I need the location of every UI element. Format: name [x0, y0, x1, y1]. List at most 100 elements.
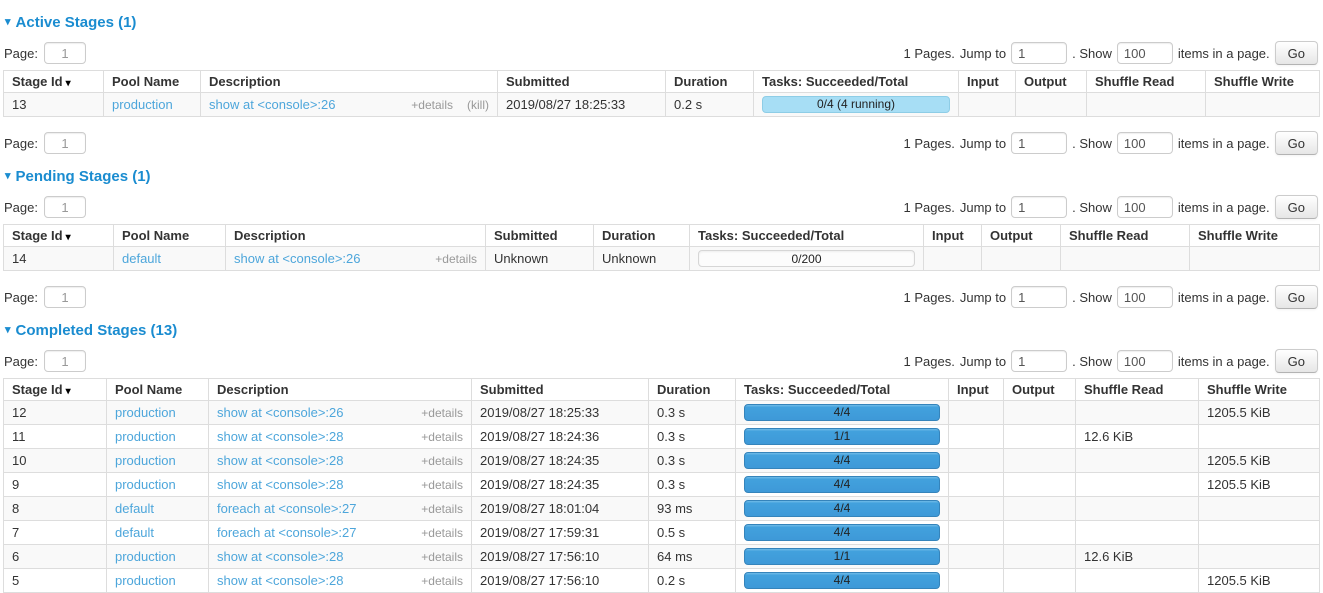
column-header-tasks[interactable]: Tasks: Succeeded/Total	[754, 71, 959, 93]
column-header-shuffle-read[interactable]: Shuffle Read	[1076, 379, 1199, 401]
stage-description-link[interactable]: show at <console>:26	[209, 97, 335, 112]
column-header-submitted[interactable]: Submitted	[486, 225, 594, 247]
go-button[interactable]: Go	[1275, 285, 1318, 309]
details-toggle[interactable]: +details	[421, 406, 463, 420]
collapse-arrow-icon: ▾	[5, 171, 11, 182]
output-cell	[1004, 521, 1076, 545]
input-cell	[949, 425, 1004, 449]
stage-description-link[interactable]: show at <console>:28	[217, 429, 343, 444]
pages-count-text: 1 Pages.	[904, 136, 955, 151]
column-header-submitted[interactable]: Submitted	[498, 71, 666, 93]
column-header-output[interactable]: Output	[1016, 71, 1087, 93]
completed-stages-header[interactable]: ▾ Completed Stages (13)	[5, 322, 1320, 339]
active-pager-bottom: Page: 1 Pages. Jump to . Show items in a…	[3, 131, 1320, 155]
page-number-input[interactable]	[44, 350, 86, 372]
pool-name-link[interactable]: production	[115, 477, 176, 492]
stage-description-link[interactable]: show at <console>:28	[217, 573, 343, 588]
page-number-input[interactable]	[44, 196, 86, 218]
go-button[interactable]: Go	[1275, 349, 1318, 373]
pool-name-link[interactable]: production	[115, 429, 176, 444]
submitted-cell: 2019/08/27 18:24:35	[472, 473, 649, 497]
pool-name-link[interactable]: production	[115, 549, 176, 564]
pool-name-link[interactable]: production	[115, 405, 176, 420]
column-header-input[interactable]: Input	[959, 71, 1016, 93]
column-header-stage-id[interactable]: Stage Id▾	[4, 225, 114, 247]
column-header-shuffle-write[interactable]: Shuffle Write	[1206, 71, 1320, 93]
column-header-stage-id[interactable]: Stage Id▾	[4, 379, 107, 401]
pool-name-link[interactable]: default	[115, 501, 154, 516]
stage-description-link[interactable]: show at <console>:26	[217, 405, 343, 420]
column-header-description[interactable]: Description	[226, 225, 486, 247]
stage-description-link[interactable]: show at <console>:28	[217, 549, 343, 564]
column-header-output[interactable]: Output	[1004, 379, 1076, 401]
details-toggle[interactable]: +details	[421, 550, 463, 564]
details-toggle[interactable]: +details	[421, 574, 463, 588]
pool-name-link[interactable]: default	[115, 525, 154, 540]
pool-name-link[interactable]: default	[122, 251, 161, 266]
shuffle-write-cell: 1205.5 KiB	[1199, 569, 1320, 593]
column-header-pool-name[interactable]: Pool Name	[114, 225, 226, 247]
submitted-cell: 2019/08/27 18:01:04	[472, 497, 649, 521]
stage-description-link[interactable]: foreach at <console>:27	[217, 525, 357, 540]
stage-description-link[interactable]: show at <console>:28	[217, 477, 343, 492]
jump-to-label: Jump to	[960, 290, 1006, 305]
input-cell	[924, 247, 982, 271]
details-toggle[interactable]: +details	[421, 526, 463, 540]
page-number-input[interactable]	[44, 286, 86, 308]
column-header-shuffle-read[interactable]: Shuffle Read	[1061, 225, 1190, 247]
kill-link[interactable]: (kill)	[467, 98, 489, 112]
column-header-shuffle-write[interactable]: Shuffle Write	[1190, 225, 1320, 247]
column-header-pool-name[interactable]: Pool Name	[104, 71, 201, 93]
details-toggle[interactable]: +details	[421, 502, 463, 516]
jump-to-input[interactable]	[1011, 42, 1067, 64]
column-header-shuffle-read[interactable]: Shuffle Read	[1087, 71, 1206, 93]
page-size-input[interactable]	[1117, 42, 1173, 64]
details-toggle[interactable]: +details	[421, 430, 463, 444]
column-header-duration[interactable]: Duration	[666, 71, 754, 93]
submitted-cell: 2019/08/27 18:24:35	[472, 449, 649, 473]
pending-stages-header[interactable]: ▾ Pending Stages (1)	[5, 168, 1320, 185]
column-header-duration[interactable]: Duration	[594, 225, 690, 247]
column-header-tasks[interactable]: Tasks: Succeeded/Total	[690, 225, 924, 247]
stage-id-cell: 8	[4, 497, 107, 521]
column-header-shuffle-write[interactable]: Shuffle Write	[1199, 379, 1320, 401]
column-header-submitted[interactable]: Submitted	[472, 379, 649, 401]
page-number-input[interactable]	[44, 42, 86, 64]
active-stages-header[interactable]: ▾ Active Stages (1)	[5, 14, 1320, 31]
go-button[interactable]: Go	[1275, 195, 1318, 219]
details-toggle[interactable]: +details	[435, 252, 477, 266]
page-size-input[interactable]	[1117, 132, 1173, 154]
column-header-pool-name[interactable]: Pool Name	[107, 379, 209, 401]
page-size-input[interactable]	[1117, 350, 1173, 372]
column-header-output[interactable]: Output	[982, 225, 1061, 247]
column-header-duration[interactable]: Duration	[649, 379, 736, 401]
details-toggle[interactable]: +details	[411, 98, 453, 112]
duration-cell: 64 ms	[649, 545, 736, 569]
go-button[interactable]: Go	[1275, 41, 1318, 65]
go-button[interactable]: Go	[1275, 131, 1318, 155]
column-header-tasks[interactable]: Tasks: Succeeded/Total	[736, 379, 949, 401]
stage-description-link[interactable]: show at <console>:26	[234, 251, 360, 266]
column-header-input[interactable]: Input	[949, 379, 1004, 401]
page-size-input[interactable]	[1117, 196, 1173, 218]
pool-name-link[interactable]: production	[112, 97, 173, 112]
column-header-description[interactable]: Description	[201, 71, 498, 93]
stage-id-cell: 13	[4, 93, 104, 117]
column-header-stage-id[interactable]: Stage Id▾	[4, 71, 104, 93]
jump-to-input[interactable]	[1011, 132, 1067, 154]
page-size-input[interactable]	[1117, 286, 1173, 308]
table-header-row: Stage Id▾ Pool Name Description Submitte…	[4, 379, 1320, 401]
jump-to-input[interactable]	[1011, 286, 1067, 308]
details-toggle[interactable]: +details	[421, 454, 463, 468]
stage-description-link[interactable]: foreach at <console>:27	[217, 501, 357, 516]
column-header-input[interactable]: Input	[924, 225, 982, 247]
jump-to-input[interactable]	[1011, 196, 1067, 218]
pending-pager-bottom: Page: 1 Pages. Jump to . Show items in a…	[3, 285, 1320, 309]
column-header-description[interactable]: Description	[209, 379, 472, 401]
page-number-input[interactable]	[44, 132, 86, 154]
jump-to-input[interactable]	[1011, 350, 1067, 372]
pool-name-link[interactable]: production	[115, 573, 176, 588]
pool-name-link[interactable]: production	[115, 453, 176, 468]
details-toggle[interactable]: +details	[421, 478, 463, 492]
stage-description-link[interactable]: show at <console>:28	[217, 453, 343, 468]
